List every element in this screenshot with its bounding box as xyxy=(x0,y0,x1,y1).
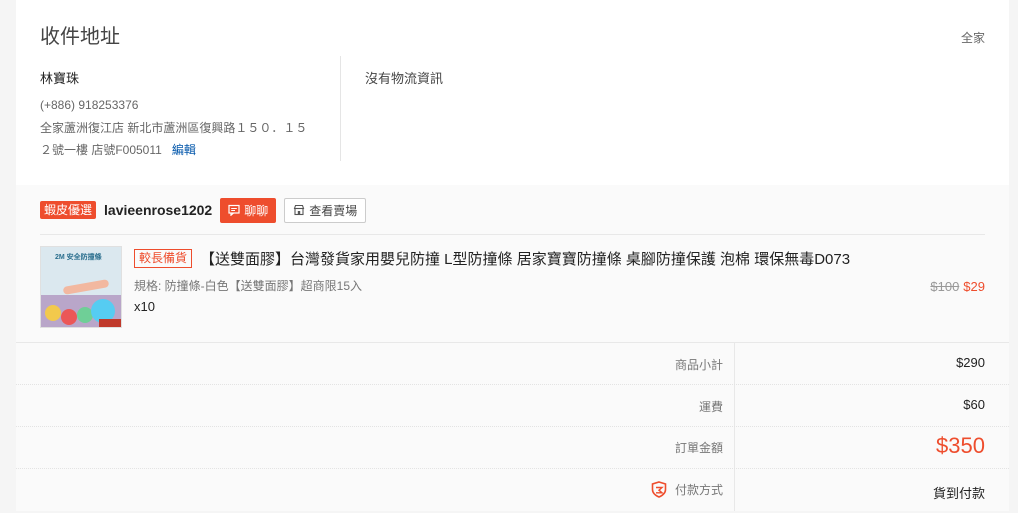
product-variation: 規格: 防撞條-白色【送雙面膠】超商限15入 xyxy=(134,279,363,293)
preferred-badge: 蝦皮優選 xyxy=(40,201,97,219)
order-summary: 商品小計 $290 運費 $60 訂單金額 $350 付款方式 貨到付款 xyxy=(16,342,1009,511)
carrier-label: 全家 xyxy=(960,31,985,45)
original-price: $100 xyxy=(930,279,960,294)
product-image[interactable]: 2M 安全防撞條 xyxy=(40,246,122,328)
shop-icon xyxy=(293,204,305,216)
shield-icon xyxy=(651,481,667,498)
payment-row: 付款方式 貨到付款 xyxy=(16,469,1009,510)
view-shop-label: 查看賣場 xyxy=(309,203,358,218)
shipping-value: $60 xyxy=(963,397,985,412)
chat-button[interactable]: 聊聊 xyxy=(220,197,277,223)
address-line-1: 全家蘆洲復江店 新北市蘆洲區復興路１５０．１５ xyxy=(40,121,308,135)
total-value: $350 xyxy=(936,433,985,458)
product-image-text: 2M 安全防撞條 xyxy=(55,254,102,261)
product-info: 較長備貨 【送雙面膠】台灣發貨家用嬰兒防撞 L型防撞條 居家寶寶防撞條 桌腳防撞保… xyxy=(134,248,894,314)
logistics-status: 沒有物流資訊 xyxy=(365,71,444,86)
address-title: 收件地址 xyxy=(40,26,120,48)
subtotal-value: $290 xyxy=(956,355,985,370)
product-quantity: x10 xyxy=(134,299,155,314)
total-label: 訂單金額 xyxy=(674,441,723,455)
view-shop-button[interactable]: 查看賣場 xyxy=(284,197,367,223)
shop-divider xyxy=(40,234,985,235)
recipient-phone: (+886) 918253376 xyxy=(40,98,139,112)
subtotal-label: 商品小計 xyxy=(674,358,723,372)
sale-price: $29 xyxy=(963,279,985,294)
recipient-name: 林寶珠 xyxy=(40,71,80,86)
address-card: 收件地址 全家 林寶珠 (+886) 918253376 全家蘆洲復江店 新北市… xyxy=(16,0,1009,185)
payment-label: 付款方式 xyxy=(674,483,723,497)
address-line-2-text: ２號一樓 店號F005011 xyxy=(40,143,162,157)
address-divider xyxy=(340,56,341,161)
long-prep-badge: 較長備貨 xyxy=(134,249,193,268)
shipping-label: 運費 xyxy=(698,400,723,414)
subtotal-row: 商品小計 $290 xyxy=(16,343,1009,385)
payment-value: 貨到付款 xyxy=(932,486,985,501)
product-title-line: 較長備貨 【送雙面膠】台灣發貨家用嬰兒防撞 L型防撞條 居家寶寶防撞條 桌腳防撞保… xyxy=(134,248,894,269)
chat-icon xyxy=(228,204,240,217)
order-detail-page: 收件地址 全家 林寶珠 (+886) 918253376 全家蘆洲復江店 新北市… xyxy=(0,0,1018,513)
product-price: $100 $29 xyxy=(930,279,985,294)
shop-name[interactable]: lavieenrose1202 xyxy=(104,202,212,218)
chat-button-label: 聊聊 xyxy=(244,203,269,218)
shipping-row: 運費 $60 xyxy=(16,385,1009,427)
product-item[interactable]: 2M 安全防撞條 較長備貨 【送雙面膠】台灣發貨家用嬰兒防撞 L型防撞條 居家寶寶… xyxy=(40,246,985,330)
shop-section: 蝦皮優選 lavieenrose1202 聊聊 查看賣場 2M 安全防撞條 較長… xyxy=(16,185,1009,342)
shop-header: 蝦皮優選 lavieenrose1202 聊聊 查看賣場 xyxy=(40,197,367,223)
product-name[interactable]: 【送雙面膠】台灣發貨家用嬰兒防撞 L型防撞條 居家寶寶防撞條 桌腳防撞保護 泡棉… xyxy=(200,251,850,268)
edit-address-link[interactable]: 編輯 xyxy=(172,143,196,157)
total-row: 訂單金額 $350 xyxy=(16,427,1009,469)
payment-label-wrap: 付款方式 xyxy=(651,481,723,498)
address-line-2: ２號一樓 店號F005011 編輯 xyxy=(40,142,196,158)
